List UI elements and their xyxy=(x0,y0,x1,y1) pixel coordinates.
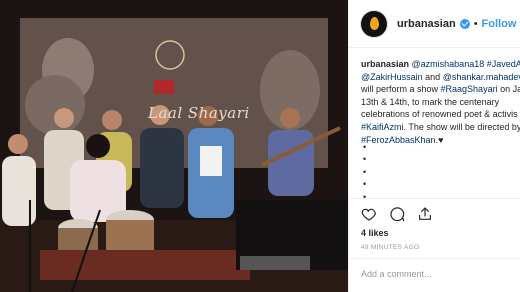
hashtag-ferozabbaskhan[interactable]: #FerozAbbasKhan xyxy=(361,135,436,145)
header-separator: • xyxy=(473,17,478,30)
caption-text: will perform a show xyxy=(361,84,441,95)
hashtag-raagshayari[interactable]: #RaagShayari xyxy=(441,84,498,94)
post-username[interactable]: urbanasian xyxy=(397,18,456,30)
caption-text: .♥ xyxy=(435,134,444,145)
caption-text: celebrations of renowned poet & activis xyxy=(361,109,518,120)
follow-button[interactable]: Follow xyxy=(482,18,517,30)
hashtag-kaifiazmi[interactable]: #KaifiAzmi xyxy=(361,122,404,132)
likes-count[interactable]: 4 likes xyxy=(361,228,389,238)
caption-mentions[interactable]: @azmishabana18 #JavedAk xyxy=(412,59,520,69)
bullet: • xyxy=(363,179,367,190)
post-photo[interactable]: Laal Shayari xyxy=(0,0,348,292)
mention-shankar[interactable]: @shankar.mahadev xyxy=(443,72,520,82)
mention-zakir[interactable]: @ZakirHussain xyxy=(361,72,423,82)
caption-text: 13th & 14th, to mark the centenary xyxy=(361,96,500,107)
heart-icon[interactable] xyxy=(361,206,377,222)
post-header: urbanasian • Follow xyxy=(349,0,520,48)
divider xyxy=(349,258,520,259)
caption-text: and xyxy=(422,71,443,82)
post-caption: urbanasian @azmishabana18 #JavedAk @Zaki… xyxy=(361,58,520,146)
avatar[interactable] xyxy=(361,10,387,37)
post-side-panel: urbanasian • Follow urbanasian @azmishab… xyxy=(348,0,520,292)
flame-logo-icon xyxy=(369,17,379,30)
caption-username[interactable]: urbanasian xyxy=(361,59,409,69)
bullet: • xyxy=(363,154,367,165)
caption-text: on Ja xyxy=(497,84,520,95)
photo-banner-text: Laal Shayari xyxy=(148,104,250,122)
caption-bullets: • • • • • xyxy=(363,141,366,203)
comment-input[interactable] xyxy=(361,266,511,282)
bullet: • xyxy=(363,166,367,177)
post-actions xyxy=(361,206,511,222)
comment-icon[interactable] xyxy=(389,206,405,222)
bullet: • xyxy=(363,191,367,202)
post-timestamp: 49 MINUTES AGO xyxy=(361,244,420,251)
photo-image xyxy=(0,0,348,292)
divider xyxy=(349,198,520,199)
caption-text: . The show will be directed by xyxy=(403,121,520,132)
bullet: • xyxy=(363,142,367,152)
share-icon[interactable] xyxy=(417,206,433,222)
verified-badge-icon xyxy=(459,18,470,29)
